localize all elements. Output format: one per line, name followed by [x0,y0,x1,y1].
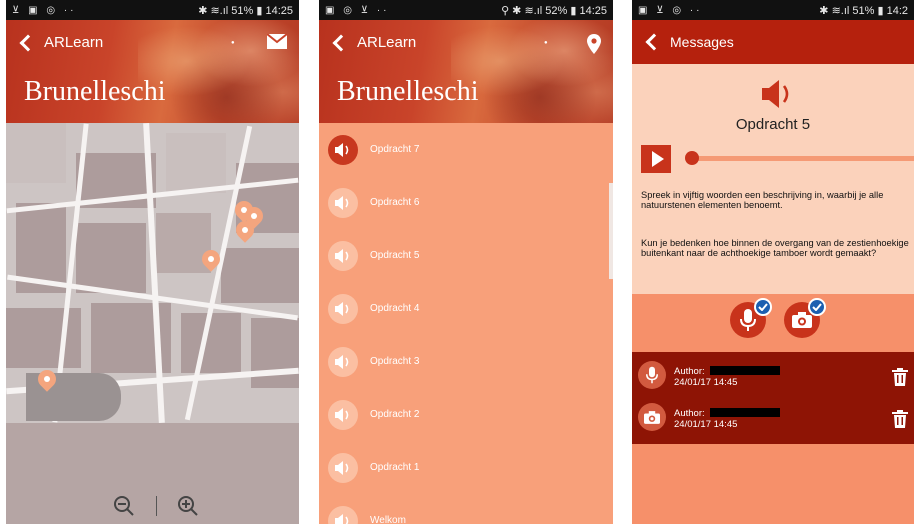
speaker-icon [328,399,358,430]
map-view[interactable] [6,123,299,524]
course-title: Brunelleschi [337,76,479,107]
message-timestamp: 24/01/17 14:45 [674,377,738,388]
message-author-label: Author: [674,408,705,419]
task-question-1: Spreek in vijftig woorden een beschrijvi… [641,190,884,211]
back-chevron-icon[interactable] [332,34,350,51]
map-block [6,308,81,368]
list-item-label: Opdracht 4 [370,303,420,314]
speaker-icon [328,346,358,377]
speaker-icon [328,134,358,165]
notification-dot: ● [544,40,548,46]
list-item[interactable]: Opdracht 5 [319,229,613,282]
zoom-out-icon[interactable] [92,492,156,520]
messages-screen: ▣ ⊻ ◎ ·· ✱ ≋.ıl 51% ▮ 14:2 Messages Opdr… [632,0,914,524]
back-chevron-icon[interactable] [19,34,37,51]
response-options [632,294,914,352]
toolbar: ARLearn ● [319,20,613,65]
list-item-label: Opdracht 3 [370,356,420,367]
trash-icon[interactable] [892,410,908,433]
speaker-icon [328,505,358,524]
map-block [76,223,146,293]
zoom-controls [92,492,220,520]
header-banner: ARLearn ● Brunelleschi [319,20,613,123]
list-item[interactable]: Opdracht 7 [319,123,613,176]
message-item[interactable]: Author: 24/01/17 14:45 [632,398,914,442]
location-pin-icon[interactable] [587,34,601,59]
app-title[interactable]: ARLearn [44,34,103,51]
zoom-in-icon[interactable] [157,492,221,520]
assignment-list: Opdracht 7 Opdracht 6 Opdracht 5 Opdrach… [319,123,613,524]
redacted-author-name [710,366,780,375]
status-right: ⚲ ✱ ≋.ıl 52% ▮ 14:25 [501,4,607,17]
task-question-2: Kun je bedenken hoe binnen de overgang v… [641,238,909,259]
status-right: ✱ ≋.ıl 51% ▮ 14:25 [198,4,293,17]
checkmark-icon [754,298,772,316]
trash-icon[interactable] [892,368,908,391]
list-item[interactable]: Opdracht 1 [319,441,613,494]
list-item[interactable]: Opdracht 3 [319,335,613,388]
play-button[interactable] [641,145,671,173]
message-author-label: Author: [674,366,705,377]
list-item[interactable]: Opdracht 6 [319,176,613,229]
list-item-label: Opdracht 2 [370,409,420,420]
status-right: ✱ ≋.ıl 51% ▮ 14:2 [819,4,908,17]
list-item[interactable]: Opdracht 2 [319,388,613,441]
microphone-icon [638,361,666,389]
list-item-label: Opdracht 1 [370,462,420,473]
speaker-icon [328,187,358,218]
list-item-label: Opdracht 7 [370,144,420,155]
speaker-icon [328,452,358,483]
app-title[interactable]: ARLearn [357,34,416,51]
list-item-label: Opdracht 6 [370,197,420,208]
back-chevron-icon[interactable] [645,33,663,51]
message-list: Author: 24/01/17 14:45 Author: 24/01/17 … [632,352,914,444]
status-bar: ⊻ ▣ ◎ ·· ✱ ≋.ıl 51% ▮ 14:25 [6,0,299,20]
header-banner: ARLearn ● Brunelleschi [6,20,299,123]
status-left: ▣ ◎ ⊻ ·· [325,4,390,16]
screen-title[interactable]: Messages [670,34,734,50]
play-icon [651,151,664,167]
audio-progress-track[interactable] [688,156,914,161]
toolbar: Messages [632,20,914,64]
map-block [166,133,226,193]
list-item[interactable]: Opdracht 4 [319,282,613,335]
camera-icon [638,403,666,431]
course-title: Brunelleschi [24,76,166,107]
task-panel: Opdracht 5 Spreek in vijftig woorden een… [632,64,914,294]
status-bar: ▣ ⊻ ◎ ·· ✱ ≋.ıl 51% ▮ 14:2 [632,0,914,20]
list-item[interactable]: Welkom [319,494,613,524]
map-block [181,313,241,373]
map-block [251,318,299,388]
list-item-label: Welkom [370,515,406,524]
notification-dot: ● [231,40,235,46]
task-title: Opdracht 5 [735,116,811,133]
status-bar: ▣ ◎ ⊻ ·· ⚲ ✱ ≋.ıl 52% ▮ 14:25 [319,0,613,20]
message-timestamp: 24/01/17 14:45 [674,419,738,430]
empty-area [632,444,914,524]
speaker-icon [328,293,358,324]
envelope-icon[interactable] [266,33,288,54]
map-block [6,123,66,183]
assignment-list-screen: ▣ ◎ ⊻ ·· ⚲ ✱ ≋.ıl 52% ▮ 14:25 ARLearn ● … [319,0,613,524]
audio-seek-knob[interactable] [685,151,699,165]
checkmark-icon [808,298,826,316]
status-left: ▣ ⊻ ◎ ·· [638,4,703,16]
list-item-label: Opdracht 5 [370,250,420,261]
speaker-icon[interactable] [762,80,796,113]
map-block [221,248,299,303]
message-item[interactable]: Author: 24/01/17 14:45 [632,356,914,400]
status-left: ⊻ ▣ ◎ ·· [12,4,77,16]
redacted-author-name [710,408,780,417]
scrollbar[interactable] [609,183,613,279]
map-screen: ⊻ ▣ ◎ ·· ✱ ≋.ıl 51% ▮ 14:25 ARLearn ● Br… [6,0,299,524]
speaker-icon [328,240,358,271]
toolbar: ARLearn ● [6,20,299,65]
